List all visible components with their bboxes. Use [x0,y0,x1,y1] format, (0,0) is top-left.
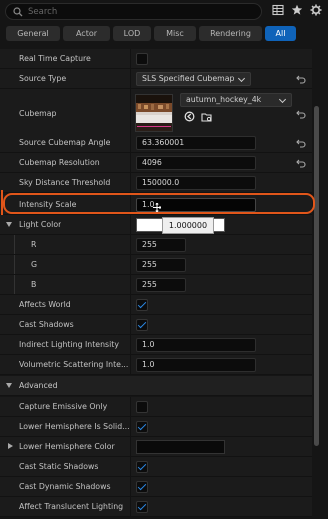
cubemap-thumbnail[interactable] [135,94,173,132]
scrollbar-thumb[interactable] [314,106,319,446]
collapse-arrow-icon[interactable] [6,222,12,227]
light-color-b-label: B [31,280,37,289]
collapse-arrow-icon[interactable] [6,383,12,388]
indirect-lighting-intensity-label: Indirect Lighting Intensity [19,340,119,349]
row-affect-translucent-lighting: Affect Translucent Lighting [0,497,312,517]
cubemap-asset-dropdown[interactable]: autumn_hockey_4k [180,93,292,107]
search-input[interactable]: Search [5,3,262,20]
lower-hemisphere-is-solid-checkbox[interactable] [136,421,148,433]
volumetric-scattering-intensity-input[interactable]: 1.0 [136,358,256,372]
filter-actor[interactable]: Actor [63,26,110,41]
reset-to-default-icon[interactable] [296,109,306,119]
lower-hemisphere-is-solid-label: Lower Hemisphere Is Solid... [19,422,130,431]
reset-to-default-icon[interactable] [296,138,306,148]
row-light-color-g: G 255 [0,255,312,275]
row-lower-hemisphere-is-solid: Lower Hemisphere Is Solid... [0,417,312,437]
light-color-r-label: R [31,240,37,249]
row-cast-static-shadows: Cast Static Shadows [0,457,312,477]
capture-emissive-only-checkbox[interactable] [136,401,148,413]
row-source-type: Source Type SLS Specified Cubemap [0,69,312,89]
light-color-label: Light Color [19,220,62,229]
cubemap-asset-name: autumn_hockey_4k [186,95,262,104]
cubemap-label: Cubemap [19,109,57,118]
source-type-value: SLS Specified Cubemap [142,74,235,83]
cast-dynamic-shadows-checkbox[interactable] [136,481,148,493]
details-toolbar: Search [0,0,328,24]
filter-lod[interactable]: LOD [113,26,151,41]
sky-distance-threshold-input[interactable]: 150000.0 [136,176,256,190]
cast-shadows-checkbox[interactable] [136,319,148,331]
sky-distance-threshold-label: Sky Distance Threshold [19,178,111,187]
row-indirect-lighting-intensity: Indirect Lighting Intensity 1.0 [0,335,312,355]
affects-world-checkbox[interactable] [136,299,148,311]
real-time-capture-label: Real Time Capture [19,54,91,63]
row-cast-dynamic-shadows: Cast Dynamic Shadows [0,477,312,497]
row-affects-world: Affects World [0,295,312,315]
row-source-cubemap-angle: Source Cubemap Angle 63.360001 [0,133,312,153]
light-color-r-input[interactable]: 255 [136,238,186,252]
filter-all[interactable]: All [265,26,296,41]
light-color-b-input[interactable]: 255 [136,278,186,292]
intensity-scale-label: Intensity Scale [19,200,77,209]
advanced-header-label: Advanced [19,381,58,390]
expand-arrow-icon[interactable] [8,443,13,449]
volumetric-scattering-intensity-label: Volumetric Scattering Inte... [19,360,129,369]
cubemap-resolution-input[interactable]: 4096 [136,156,256,170]
row-real-time-capture: Real Time Capture [0,49,312,69]
category-filter-bar: General Actor LOD Misc Rendering All [0,24,328,44]
row-cast-shadows: Cast Shadows [0,315,312,335]
row-volumetric-scattering-intensity: Volumetric Scattering Inte... 1.0 [0,355,312,375]
browse-asset-icon[interactable] [201,111,213,123]
row-capture-emissive-only: Capture Emissive Only [0,397,312,417]
chevron-down-icon [237,74,246,83]
row-cubemap-resolution: Cubemap Resolution 4096 [0,153,312,173]
row-light-color: Light Color [0,215,312,235]
cast-dynamic-shadows-label: Cast Dynamic Shadows [19,482,111,491]
indirect-lighting-intensity-input[interactable]: 1.0 [136,338,256,352]
affect-translucent-lighting-checkbox[interactable] [136,501,148,513]
use-selected-asset-icon[interactable] [184,111,195,122]
details-panel: Real Time Capture Source Type SLS Specif… [0,47,312,519]
cubemap-preview-image [136,95,172,131]
lower-hemisphere-color-swatch[interactable] [136,440,225,454]
affects-world-label: Affects World [19,300,71,309]
reset-to-default-icon[interactable] [296,74,306,84]
advanced-section-header[interactable]: Advanced [0,376,312,396]
real-time-capture-checkbox[interactable] [136,53,148,65]
chevron-down-icon [278,95,287,104]
mouse-cursor-icon [153,203,161,212]
source-cubemap-angle-input[interactable]: 63.360001 [136,136,256,150]
source-type-label: Source Type [19,74,67,83]
row-sky-distance-threshold: Sky Distance Threshold 150000.0 [0,173,312,193]
search-icon [13,7,23,17]
row-cubemap: Cubemap autumn_hockey_4k [0,89,312,139]
row-light-color-r: R 255 [0,235,312,255]
row-light-color-b: B 255 [0,275,312,295]
reset-to-default-icon[interactable] [296,158,306,168]
filter-rendering[interactable]: Rendering [199,26,262,41]
settings-gear-icon[interactable] [310,4,322,16]
filter-general[interactable]: General [6,26,60,41]
cast-shadows-label: Cast Shadows [19,320,74,329]
cast-static-shadows-checkbox[interactable] [136,461,148,473]
cubemap-resolution-label: Cubemap Resolution [19,158,100,167]
lower-hemisphere-color-label: Lower Hemisphere Color [19,442,115,451]
row-lower-hemisphere-color: Lower Hemisphere Color [0,437,312,457]
table-view-icon[interactable] [272,4,284,16]
light-color-g-input[interactable]: 255 [136,258,186,272]
filter-misc[interactable]: Misc [154,26,196,41]
cast-static-shadows-label: Cast Static Shadows [19,462,99,471]
light-color-g-label: G [31,260,38,269]
source-cubemap-angle-label: Source Cubemap Angle [19,138,111,147]
search-placeholder: Search [28,7,58,17]
capture-emissive-only-label: Capture Emissive Only [19,402,108,411]
highlight-outline-edge [0,190,3,215]
favorite-star-icon[interactable] [291,4,303,16]
value-tooltip: 1.000000 [162,217,214,234]
affect-translucent-lighting-label: Affect Translucent Lighting [19,502,124,511]
source-type-dropdown[interactable]: SLS Specified Cubemap [136,72,251,86]
